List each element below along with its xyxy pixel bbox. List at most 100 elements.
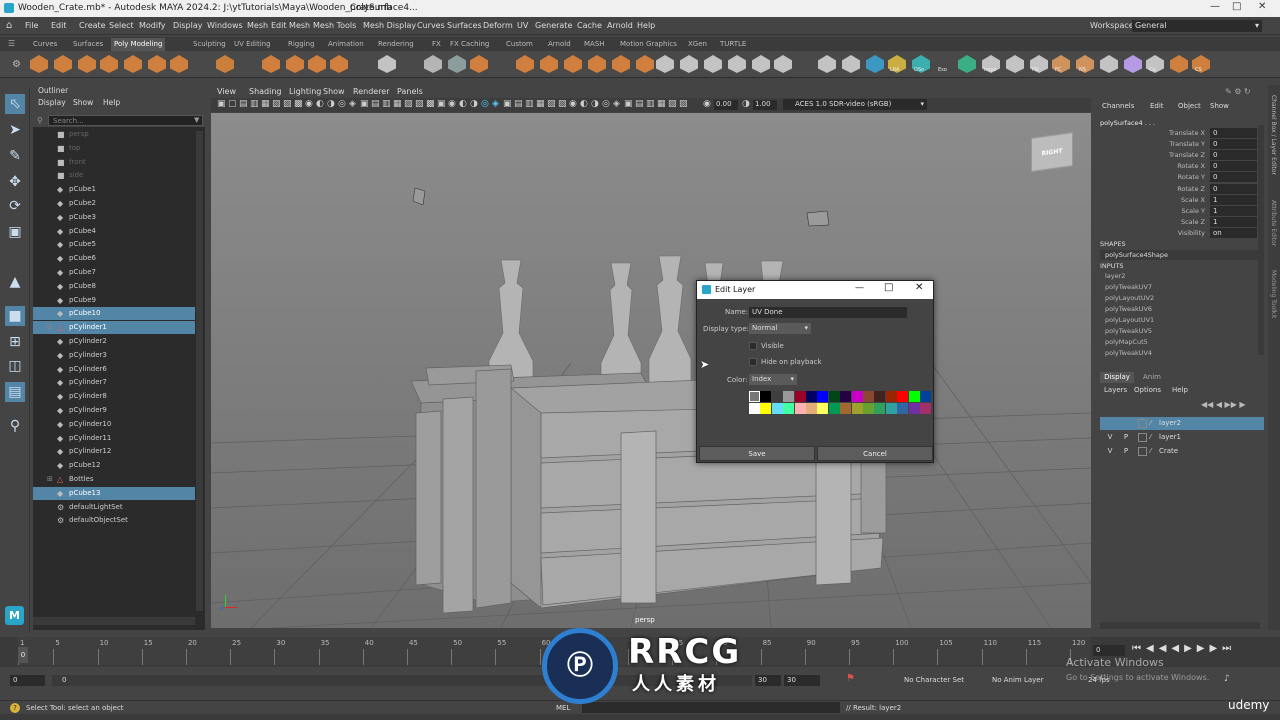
shelf-tab-motion-graphics[interactable]: Motion Graphics [620,40,677,48]
shelf-tab-fx-caching[interactable]: FX Caching [450,40,489,48]
channel-menu-channels[interactable]: Channels [1102,102,1134,110]
color-swatch[interactable] [828,403,840,414]
color-swatch[interactable] [771,391,783,402]
menu-curves[interactable]: Curves [417,21,445,30]
viewport-tool-icon[interactable]: ◑ [470,99,478,109]
color-swatch[interactable] [760,391,772,402]
minimize-icon[interactable]: — [1210,1,1220,12]
layers-scrollbar[interactable] [1100,622,1260,629]
outliner-item-side[interactable]: ■ side [33,169,195,182]
menu-display[interactable]: Display [173,21,203,30]
outliner-item-pcylinder3[interactable]: ◆ pCylinder3 [33,349,195,362]
shelf-tool-icon[interactable] [818,55,836,73]
viewport-tool-icon[interactable]: ▥ [250,99,259,109]
shelf-tool-icon[interactable] [680,55,698,73]
viewport-tool-icon[interactable]: ◎ [602,99,610,109]
shelf-tool-icon[interactable] [1100,55,1118,73]
outliner-menu-display[interactable]: Display [38,98,66,107]
shelf-tab-uv-editing[interactable]: UV Editing [234,40,271,48]
viewport-tool-icon[interactable]: ◉ [448,99,456,109]
rotate-tool-icon[interactable]: ⟳ [5,196,25,216]
shelf-tool-icon[interactable] [170,55,188,73]
shelf-gear-icon[interactable]: ⚙ [12,59,21,70]
outliner-item-pcylinder1[interactable]: ⊞ △ pCylinder1 [33,321,195,335]
outliner-item-pcylinder9[interactable]: ◆ pCylinder9 [33,404,195,417]
color-swatch[interactable] [840,403,852,414]
color-swatch[interactable] [908,403,920,414]
shelf-tool-icon[interactable] [54,55,72,73]
input-node-polytweakuv6[interactable]: polyTweakUV6 [1105,305,1152,313]
viewport-tool-icon[interactable]: ▤ [514,99,523,109]
color-swatch[interactable] [806,403,817,414]
layer-color-swatch[interactable] [1138,419,1147,428]
outliner-item-pcube4[interactable]: ◆ pCube4 [33,225,195,238]
outliner-item-top[interactable]: ■ top [33,142,195,155]
layers-menu-help[interactable]: Help [1172,386,1188,394]
outliner-item-pcylinder11[interactable]: ◆ pCylinder11 [33,432,195,445]
color-swatch[interactable] [863,391,874,402]
viewport-tool-icon[interactable]: ▦ [261,99,270,109]
shelf-tool-icon[interactable] [378,55,396,73]
viewport-tool-icon[interactable]: ▨ [283,99,292,109]
color-swatch[interactable] [794,403,806,414]
color-swatch[interactable] [817,403,829,414]
menu-uv[interactable]: UV [517,21,528,30]
channel-menu-object[interactable]: Object [1178,102,1201,110]
shelf-tab-xgen[interactable]: XGen [688,40,707,48]
layer-playback-toggle[interactable]: P [1121,445,1131,458]
menu-select[interactable]: Select [109,21,134,30]
attr-translate-y-value[interactable]: 0 [1210,139,1257,150]
color-swatch[interactable] [885,391,897,402]
color-swatch[interactable] [874,403,886,414]
viewport-tool-icon[interactable]: ◑ [591,99,599,109]
shelf-tab-arnold[interactable]: Arnold [548,40,571,48]
viewport-tool-icon[interactable]: ◐ [580,99,588,109]
viewport-tool-icon[interactable]: ▤ [635,99,644,109]
outliner-item-pcube13[interactable]: ◆ pCube13 [33,486,195,500]
viewport-tool-icon[interactable]: ◎ [481,99,489,109]
color-swatch[interactable] [794,391,806,402]
shelf-tool-icon[interactable] [752,55,770,73]
outliner-hscrollbar[interactable] [33,617,195,625]
viewport-tool-icon[interactable]: ▣ [624,99,633,109]
color-swatch[interactable] [817,391,829,402]
menu-edit-mesh[interactable]: Edit Mesh [271,21,310,30]
shelf-tab-animation[interactable]: Animation [328,40,364,48]
menu-create[interactable]: Create [79,21,106,30]
side-tab-modeling-toolkit[interactable]: Modeling Toolkit [1270,270,1277,318]
layer-name-input[interactable]: UV Done [749,307,907,318]
dialog-maximize-icon[interactable]: □ [884,282,893,293]
color-swatch[interactable] [874,391,886,402]
viewport-tool-icon[interactable]: ▥ [382,99,391,109]
color-swatch[interactable] [885,403,897,414]
viewport-tool-icon[interactable]: ▦ [657,99,666,109]
colorspace-select[interactable]: ACES 1.0 SDR-video (sRGB) ▾ [783,99,927,110]
color-mode-select[interactable]: Index ▾ [749,374,797,385]
layout-single-icon[interactable]: ■ [5,306,25,326]
shelf-tool-icon[interactable] [148,55,166,73]
outliner-item-pcube8[interactable]: ◆ pCube8 [33,280,195,293]
outliner-item-bottles[interactable]: ⊞ △ Bottles [33,473,195,486]
maximize-icon[interactable]: □ [1232,1,1241,12]
shelf-tool-icon[interactable] [286,55,304,73]
input-node-polytweakuv5[interactable]: polyTweakUV5 [1105,327,1152,335]
shelf-tool-icon[interactable] [330,55,348,73]
home-icon[interactable]: ⌂ [6,20,12,31]
input-node-polytweakuv7[interactable]: polyTweakUV7 [1105,283,1152,291]
outliner-item-defaultobjectset[interactable]: ⚙ defaultObjectSet [33,514,195,527]
color-swatch[interactable] [920,403,931,414]
viewport-tool-icon[interactable]: ◐ [316,99,324,109]
outliner-menu-help[interactable]: Help [103,98,120,107]
outliner-item-pcylinder2[interactable]: ◆ pCylinder2 [33,335,195,348]
shelf-tool-icon[interactable] [470,55,488,73]
viewport-tool-icon[interactable]: ▥ [525,99,534,109]
attr-rotate-z-value[interactable]: 0 [1210,183,1257,194]
attr-visibility-value[interactable]: on [1210,227,1257,238]
viewport-menu-panels[interactable]: Panels [397,87,423,96]
anim-end-input[interactable]: 30 [784,675,820,686]
input-node-layer2[interactable]: layer2 [1105,272,1125,280]
side-tab-attribute-editor[interactable]: Attribute Editor [1270,200,1277,246]
menu-arnold[interactable]: Arnold [607,21,633,30]
audio-icon[interactable]: ♪ [1224,674,1230,684]
tab-display[interactable]: Display [1100,372,1134,383]
